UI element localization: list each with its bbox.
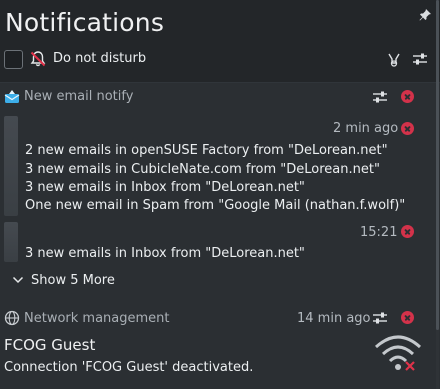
- notification-time: 2 min ago: [333, 121, 399, 136]
- dnd-checkbox[interactable]: [4, 50, 23, 69]
- settings-sliders-icon[interactable]: [412, 51, 428, 67]
- wifi-disconnected-icon: [374, 335, 422, 371]
- notification-body: Connection 'FCOG Guest' deactivated.: [4, 360, 254, 375]
- notification-body-line: One new email in Spam from "Google Mail …: [25, 198, 406, 213]
- clear-all-icon[interactable]: [386, 51, 402, 67]
- globe-icon: [4, 310, 20, 326]
- email-notify-app-icon: [4, 90, 20, 103]
- app-name: Network management: [24, 311, 170, 326]
- app-name: New email notify: [24, 89, 134, 104]
- close-notification-icon[interactable]: [401, 225, 414, 238]
- page-title: Notifications: [5, 8, 165, 37]
- notification-urgency-bar: [4, 222, 18, 262]
- notification-urgency-bar: [4, 116, 18, 216]
- notification-time: 15:21: [360, 225, 398, 240]
- notification-time: 14 min ago: [297, 311, 371, 326]
- notifications-disabled-icon: [30, 51, 46, 67]
- notification-body-line: 3 new emails in Inbox from "DeLorean.net…: [25, 246, 305, 261]
- show-more-button[interactable]: Show 5 More: [31, 273, 115, 288]
- notification-body-line: 3 new emails in Inbox from "DeLorean.net…: [25, 180, 305, 195]
- configure-icon[interactable]: [372, 89, 388, 105]
- scrollbar-thumb[interactable]: [436, 0, 439, 330]
- notification-body-line: 2 new emails in openSUSE Factory from "D…: [25, 143, 388, 158]
- close-group-icon[interactable]: [401, 311, 414, 324]
- close-notification-icon[interactable]: [401, 122, 414, 135]
- notification-heading: FCOG Guest: [4, 336, 96, 354]
- configure-icon[interactable]: [372, 310, 388, 326]
- chevron-down-icon[interactable]: [12, 275, 24, 285]
- notification-body-line: 3 new emails in CubicleNate.com from "De…: [25, 162, 380, 177]
- pin-icon[interactable]: [418, 8, 432, 22]
- dnd-label: Do not disturb: [53, 51, 147, 66]
- close-group-icon[interactable]: [401, 90, 414, 103]
